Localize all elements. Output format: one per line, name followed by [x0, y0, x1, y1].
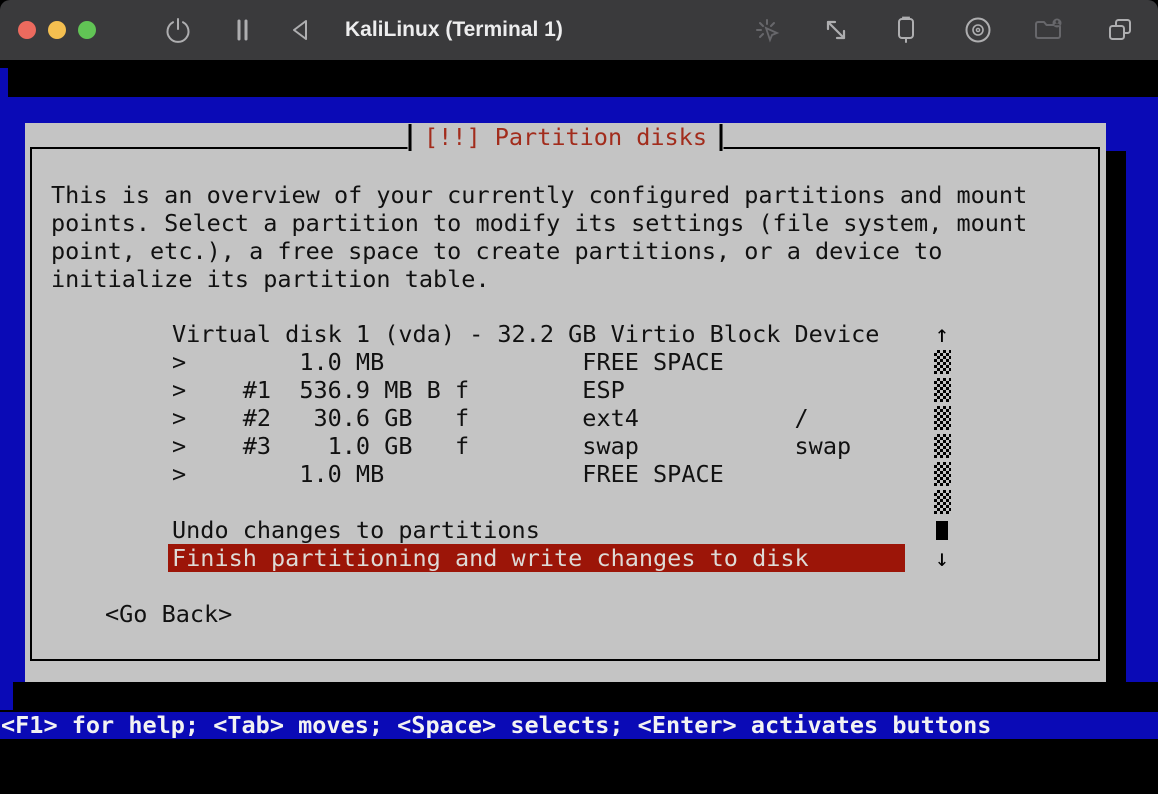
usb-icon	[890, 14, 922, 46]
minimize-button[interactable]	[48, 21, 66, 39]
intro-line: This is an overview of your currently co…	[51, 181, 1028, 209]
fullscreen-button[interactable]	[820, 14, 852, 46]
vm-window: KaliLinux (Terminal 1) [!!] Partition di…	[0, 0, 1158, 794]
partition-disks-dialog: [!!] Partition disks This is an overview…	[25, 123, 1106, 682]
list-item-free-space-2[interactable]: > 1.0 MB FREE SPACE	[172, 460, 724, 488]
fullscreen-icon	[820, 14, 852, 46]
scrollbar-down-arrow: ↓	[934, 544, 950, 572]
usb-button[interactable]	[890, 14, 922, 46]
disc-button[interactable]	[962, 14, 994, 46]
screen-edge-sliver-top	[0, 68, 8, 97]
list-item-finish-partitioning-selected[interactable]: Finish partitioning and write changes to…	[168, 544, 905, 572]
scrollbar-thumb[interactable]	[936, 521, 948, 540]
capture-cursor-icon	[752, 14, 784, 46]
window-titlebar: KaliLinux (Terminal 1)	[0, 0, 1158, 60]
scrollbar-track	[934, 406, 951, 430]
shared-folder-icon	[1032, 14, 1064, 46]
intro-line: points. Select a partition to modify its…	[51, 209, 1028, 237]
title-tick-left	[408, 124, 412, 151]
list-item-partition-1[interactable]: > #1 536.9 MB B f ESP	[172, 376, 625, 404]
play-back-button[interactable]	[285, 14, 317, 46]
dialog-title: [!!] Partition disks	[424, 123, 707, 151]
power-button[interactable]	[162, 14, 194, 46]
scrollbar-track	[934, 378, 951, 402]
scrollbar-track	[934, 434, 951, 458]
title-tick-right	[719, 124, 723, 151]
window-title: KaliLinux (Terminal 1)	[345, 18, 563, 41]
help-line: <F1> for help; <Tab> moves; <Space> sele…	[1, 711, 992, 739]
list-item-partition-3[interactable]: > #3 1.0 GB f swap swap	[172, 432, 851, 460]
intro-text: This is an overview of your currently co…	[51, 181, 1027, 293]
disc-icon	[962, 14, 994, 46]
scrollbar-track	[934, 350, 951, 374]
dialog-shadow	[1106, 151, 1126, 682]
shared-folder-button[interactable]	[1032, 14, 1064, 46]
displays-button[interactable]	[1104, 14, 1136, 46]
play-back-icon	[285, 14, 317, 46]
intro-line: point, etc.), a free space to create par…	[51, 237, 943, 265]
intro-line: initialize its partition table.	[51, 265, 490, 293]
zoom-button[interactable]	[78, 21, 96, 39]
list-item-undo-changes[interactable]: Undo changes to partitions	[172, 516, 540, 544]
power-icon	[162, 14, 194, 46]
list-item-free-space-1[interactable]: > 1.0 MB FREE SPACE	[172, 348, 724, 376]
list-item-disk-header[interactable]: Virtual disk 1 (vda) - 32.2 GB Virtio Bl…	[172, 320, 879, 348]
displays-icon	[1104, 14, 1136, 46]
help-band: <F1> for help; <Tab> moves; <Space> sele…	[0, 712, 1158, 739]
pause-button[interactable]	[226, 14, 258, 46]
screen-edge-sliver-bottom	[0, 682, 13, 710]
scrollbar-up-arrow: ↑	[934, 320, 950, 348]
capture-cursor-button[interactable]	[752, 14, 784, 46]
selected-item-label: Finish partitioning and write changes to…	[172, 544, 809, 572]
dialog-title-bar: [!!] Partition disks	[407, 124, 724, 151]
vm-screen: [!!] Partition disks This is an overview…	[0, 60, 1158, 794]
list-item-partition-2[interactable]: > #2 30.6 GB f ext4 /	[172, 404, 809, 432]
scrollbar-track	[934, 462, 951, 486]
scrollbar-track	[934, 490, 951, 514]
go-back-button[interactable]: <Go Back>	[105, 600, 232, 628]
close-button[interactable]	[18, 21, 36, 39]
pause-icon	[226, 14, 258, 46]
